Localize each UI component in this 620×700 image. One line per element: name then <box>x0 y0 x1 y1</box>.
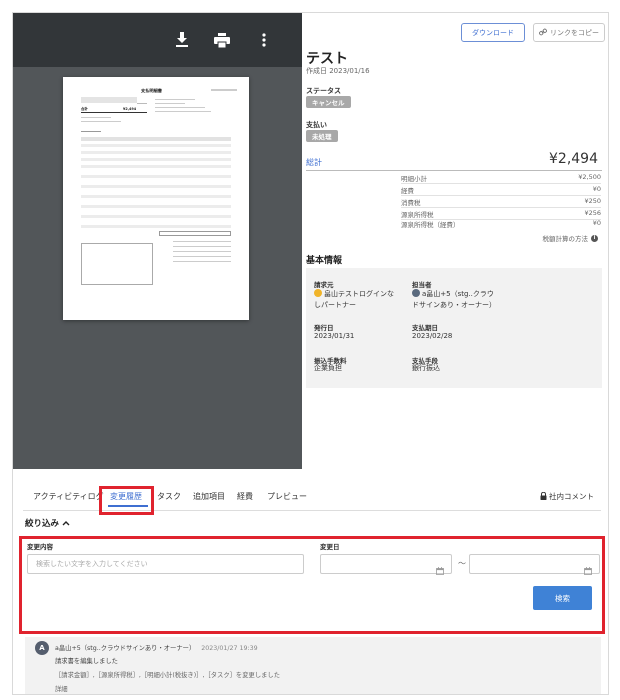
start-date-input[interactable] <box>320 554 452 575</box>
breakdown-row: 明細小計 ¥2,500 <box>401 173 601 183</box>
document-subtotal-box <box>159 231 231 236</box>
history-details-link[interactable]: 詳細 <box>55 684 68 693</box>
tab-additional-items[interactable]: 追加項目 <box>193 491 225 502</box>
document-page-thumbnail: 支払明細書 合計 ¥2,494 <box>63 77 249 320</box>
download-icon[interactable] <box>169 27 195 53</box>
avatar: A <box>35 641 49 655</box>
link-icon <box>538 28 548 38</box>
user-avatar-icon <box>412 289 420 297</box>
change-date-label: 変更日 <box>320 543 340 551</box>
change-content-label: 変更内容 <box>27 543 53 551</box>
page-title: テスト <box>306 51 348 67</box>
filter-toggle[interactable]: 絞り込み <box>25 517 70 529</box>
history-action: 請求書を編集しました <box>55 658 118 665</box>
app-frame: 支払明細書 合計 ¥2,494 ダウンロード リンクをコピー テスト 作成日 2… <box>12 12 609 695</box>
info-icon: i <box>591 234 598 242</box>
document-total-amount: ¥2,494 <box>123 107 137 111</box>
document-total-label: 合計 <box>81 107 88 111</box>
more-vert-icon[interactable] <box>251 27 277 53</box>
payment-method-value: 銀行振込 <box>412 364 440 372</box>
tab-tasks[interactable]: タスク <box>157 491 181 502</box>
highlight-box-tab <box>99 486 154 515</box>
payment-label: 支払い <box>306 121 327 129</box>
document-date-mark <box>211 89 237 91</box>
tab-expenses[interactable]: 経費 <box>237 491 253 502</box>
history-entry: A a畠山+5（stg..クラウドサインあり・オーナー） 2023/01/27 1… <box>25 637 601 694</box>
status-label: ステータス <box>306 87 341 95</box>
history-meta: a畠山+5（stg..クラウドサインあり・オーナー） 2023/01/27 19:… <box>55 643 258 652</box>
history-changes: ［請求金額］,［源泉所得税］,［明細小計(税抜き)］,［タスク］を変更しました <box>55 672 281 679</box>
copy-link-button[interactable]: リンクをコピー <box>533 23 605 42</box>
status-badge: キャンセル <box>306 96 351 108</box>
document-notes-box <box>81 243 153 285</box>
created-date: 作成日 2023/01/16 <box>306 67 370 75</box>
calendar-icon <box>436 560 444 579</box>
owner-value: a畠山+5（stg..クラウ ドサインあり・オーナー） <box>412 289 496 309</box>
owner-label: 担当者 <box>412 281 432 289</box>
search-button[interactable]: 検索 <box>533 586 592 610</box>
highlight-box-filter <box>19 536 605 634</box>
breakdown-row: 経費 ¥0 <box>401 185 601 195</box>
basic-info-panel: 請求元 畠山テストログインな しパートナー 担当者 a畠山+5（stg..クラウ… <box>306 268 602 388</box>
document-table-header <box>81 137 231 141</box>
internal-comment-button[interactable]: 社内コメント <box>540 491 594 502</box>
requester-value: 畠山テストログインな しパートナー <box>314 289 394 309</box>
basic-info-title: 基本情報 <box>306 256 343 266</box>
history-time: 2023/01/27 19:39 <box>201 645 258 652</box>
calendar-icon <box>584 560 592 579</box>
breakdown-row: 消費税 ¥250 <box>401 197 601 207</box>
breakdown-row: 源泉所得税 ¥256 <box>401 209 601 219</box>
download-button[interactable]: ダウンロード <box>461 23 525 42</box>
partner-avatar-icon <box>314 289 322 297</box>
chevron-up-icon <box>62 519 70 529</box>
total-amount: ¥2,494 <box>549 151 598 167</box>
requester-label: 請求元 <box>314 281 334 289</box>
tab-activity-log[interactable]: アクティビティログ <box>33 491 104 502</box>
tax-method-link[interactable]: 税額計算の方法 i <box>543 233 598 243</box>
document-addressee-box <box>81 97 137 103</box>
viewer-toolbar <box>13 13 302 67</box>
lock-icon <box>540 491 547 502</box>
print-icon[interactable] <box>209 27 235 53</box>
due-date-value: 2023/02/28 <box>412 332 453 340</box>
date-range-separator: 〜 <box>458 559 466 568</box>
document-title: 支払明細書 <box>141 88 162 93</box>
tab-preview[interactable]: プレビュー <box>267 491 307 502</box>
fee-value: 企業負担 <box>314 364 342 372</box>
issue-date-value: 2023/01/31 <box>314 332 355 340</box>
search-input[interactable] <box>27 554 304 574</box>
breakdown-row: 源泉所得税（経費） ¥0 <box>401 219 601 229</box>
pdf-viewer: 支払明細書 合計 ¥2,494 <box>13 13 302 469</box>
end-date-input[interactable] <box>469 554 600 575</box>
history-user: a畠山+5（stg..クラウドサインあり・オーナー） <box>55 645 196 652</box>
payment-badge: 未処理 <box>306 130 338 142</box>
total-label: 総計 <box>306 158 322 167</box>
